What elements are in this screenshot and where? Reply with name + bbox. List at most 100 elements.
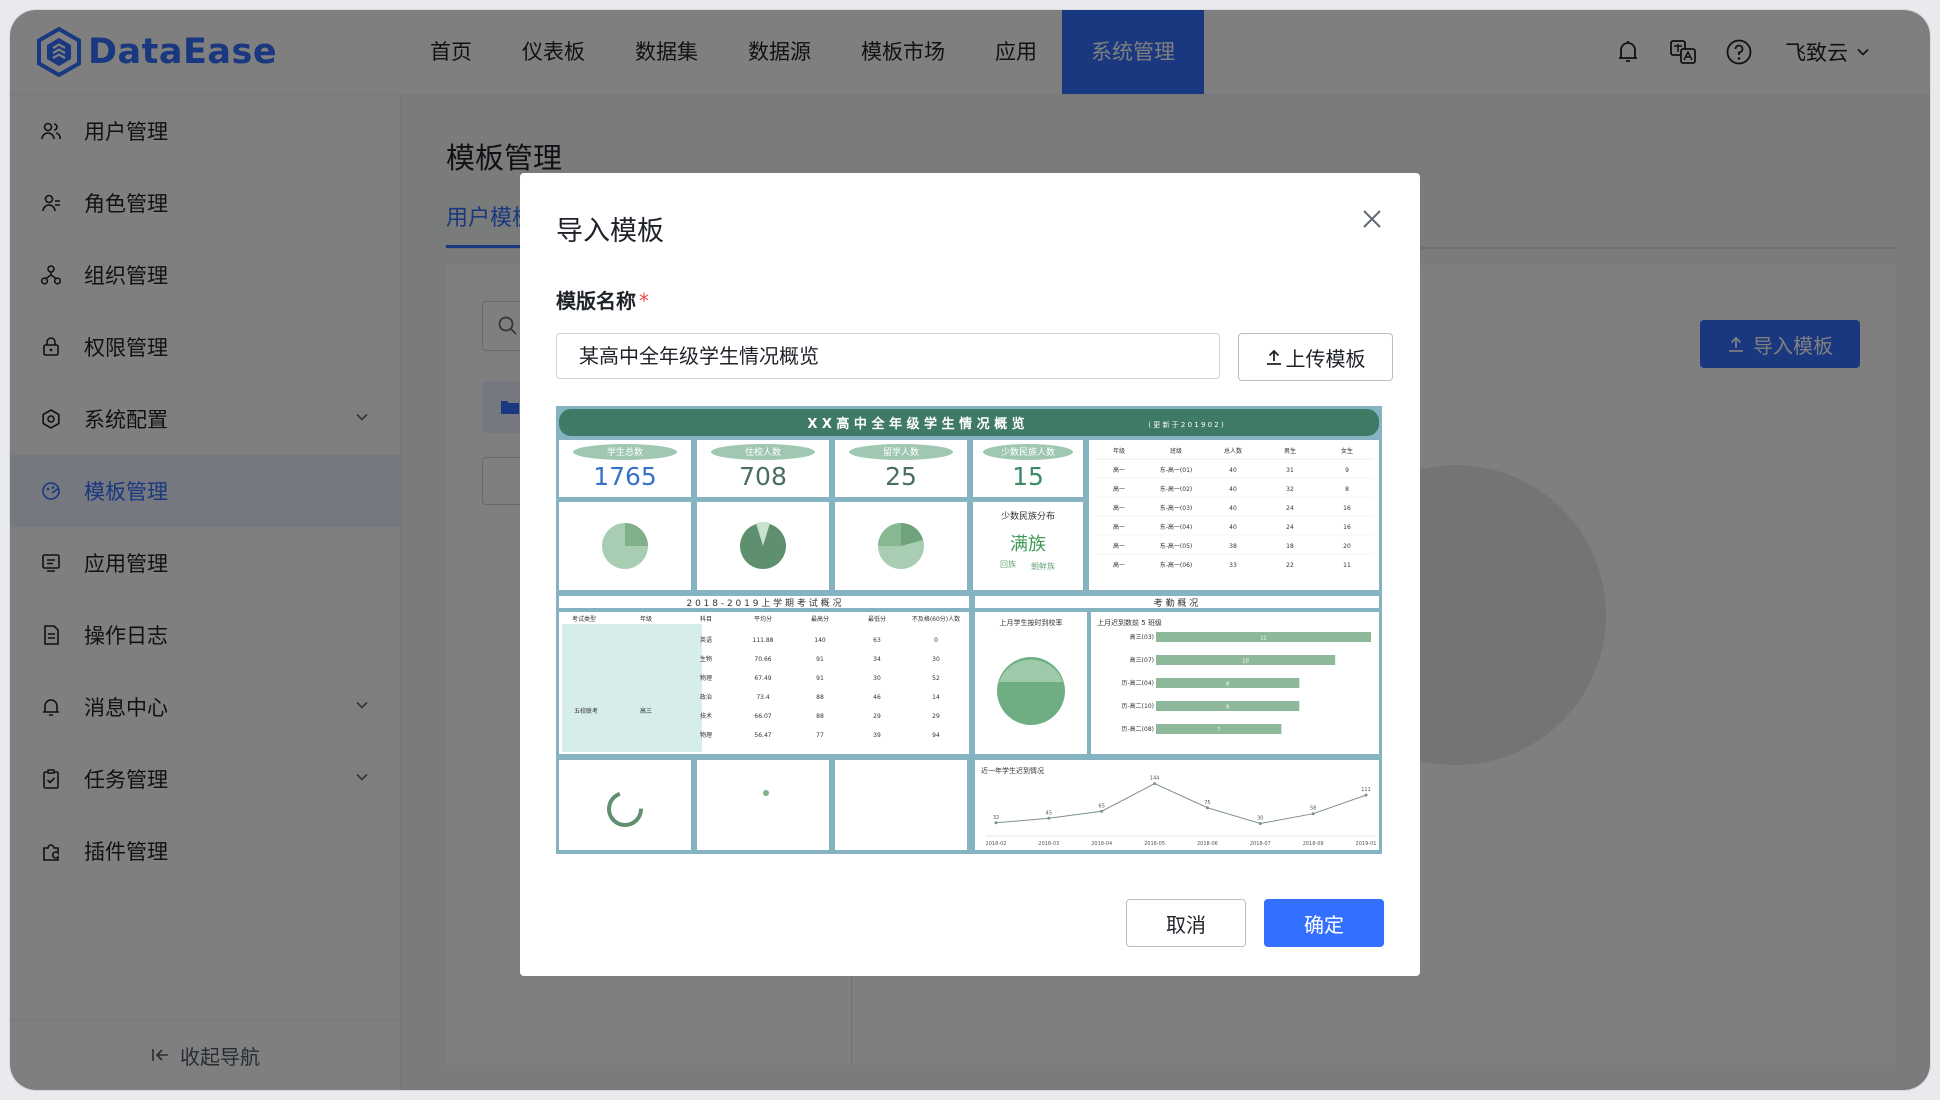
- attendance-section-title: 考 勤 概 况: [1154, 597, 1199, 609]
- kpi-value: 15: [1012, 462, 1044, 491]
- import-template-dialog: 导入模板 模版名称 * 某高中全年级学生情况概览 上传模板 X X 高 中 全 年…: [520, 173, 1420, 976]
- trend-x-label: 2018-02: [986, 841, 1007, 847]
- cancel-button[interactable]: 取消: [1126, 899, 1246, 947]
- close-icon[interactable]: [1360, 207, 1384, 231]
- kpi-label: 留学人数: [883, 446, 919, 458]
- trend-x-label: 2018-05: [1144, 841, 1165, 847]
- exam-table-header: 年级: [640, 615, 652, 623]
- class-table-cell: 东-高一(06): [1160, 561, 1192, 569]
- trend-point: [1258, 822, 1262, 825]
- trend-point: [1205, 806, 1209, 810]
- dialog-title: 导入模板: [556, 216, 664, 247]
- trend-x-label: 2019-01: [1356, 841, 1377, 847]
- exam-table-cell: 30: [873, 675, 881, 682]
- trend-point: [1311, 812, 1315, 816]
- exam-section-title: 2 0 1 8 - 2 0 1 9 上 学 期 考 试 概 况: [687, 597, 842, 609]
- preview-pie-charts: 少数民族分布 满族 回族 朝鲜族: [559, 502, 1083, 590]
- trend-value-label: 144: [1150, 776, 1160, 782]
- exam-table-cell: 英语: [700, 636, 712, 644]
- minority-other: 朝鲜族: [1031, 561, 1055, 571]
- exam-table-cell: 91: [816, 675, 824, 682]
- late-top-title: 上月迟到数前 5 班级: [1097, 618, 1162, 627]
- trend-value-label: 75: [1204, 800, 1210, 806]
- trend-value-label: 45: [1046, 810, 1052, 816]
- minority-other: 回族: [1000, 559, 1016, 569]
- exam-table-cell: 39: [873, 732, 881, 739]
- exam-table-cell: 77: [816, 732, 824, 739]
- late-top-chart: 上月迟到数前 5 班级 高三(03) 12 高三(07) 10 历-高二(04) 8 历-高…: [1091, 612, 1379, 754]
- class-table-cell: 24: [1286, 524, 1294, 531]
- trend-point: [994, 821, 998, 825]
- preview-bottom-panels: [559, 760, 967, 850]
- exam-table-cell: 70.66: [754, 656, 771, 663]
- exam-table-header: 科目: [700, 615, 712, 623]
- class-table-cell: 32: [1286, 486, 1294, 493]
- exam-table-cell: 30: [932, 656, 940, 663]
- exam-table-header: 不及格(60分)人数: [912, 615, 960, 623]
- class-table-cell: 40: [1229, 524, 1237, 531]
- class-table-cell: 高一: [1113, 561, 1125, 569]
- kpi-label: 少数民族人数: [1001, 446, 1055, 458]
- trend-x-label: 2018-03: [1038, 841, 1059, 847]
- late-top-category: 高三(07): [1130, 656, 1154, 664]
- template-name-label: 模版名称 *: [556, 285, 649, 314]
- exam-table-header: 考试类型: [572, 615, 596, 623]
- required-mark: *: [639, 289, 649, 313]
- kpi-label: 学生总数: [607, 446, 643, 458]
- class-table-cell: 高一: [1113, 542, 1125, 550]
- class-table-cell: 40: [1229, 467, 1237, 474]
- class-table-cell: 33: [1229, 562, 1237, 569]
- class-table-header: 男生: [1284, 447, 1296, 455]
- exam-table-header: 平均分: [754, 615, 772, 623]
- exam-table-cell: 56.47: [754, 732, 771, 739]
- trend-value-label: 32: [993, 815, 999, 821]
- exam-table-cell: 111.88: [753, 637, 774, 644]
- class-table-cell: 东-高一(03): [1160, 504, 1192, 512]
- class-table-cell: 18: [1286, 543, 1294, 550]
- preview-class-table: 年级 班级 总人数 男生 女生 高一 东-高一(01) 40 31 9 高一 东…: [1089, 440, 1379, 590]
- upload-icon: [1266, 349, 1281, 365]
- template-name-input[interactable]: 某高中全年级学生情况概览: [556, 333, 1220, 379]
- exam-table-cell: 生物: [700, 655, 712, 663]
- class-table-header: 女生: [1341, 447, 1353, 455]
- class-table-cell: 20: [1343, 543, 1351, 550]
- class-table-cell: 16: [1343, 524, 1351, 531]
- late-trend-title: 近一年学生迟到情况: [981, 766, 1044, 775]
- late-top-value: 7: [1217, 728, 1220, 734]
- late-top-value: 12: [1260, 636, 1266, 642]
- trend-x-label: 2018-04: [1091, 841, 1112, 847]
- class-table-cell: 高一: [1113, 523, 1125, 531]
- class-table-header: 班级: [1170, 447, 1182, 455]
- exam-table-cell: 52: [932, 675, 940, 682]
- template-name-label-text: 模版名称: [556, 289, 636, 313]
- exam-table-cell: 物理: [700, 674, 712, 682]
- class-table-cell: 东-高一(02): [1160, 485, 1192, 493]
- exam-table-cell: 67.49: [754, 675, 771, 682]
- exam-table-cell: 91: [816, 656, 824, 663]
- exam-table-cell: 34: [873, 656, 881, 663]
- trend-point: [1047, 816, 1051, 820]
- exam-table-cell: 63: [873, 637, 881, 644]
- exam-table-cell: 14: [932, 694, 940, 701]
- trend-point: [1364, 793, 1368, 797]
- class-table-cell: 31: [1286, 467, 1294, 474]
- kpi-value: 1765: [593, 462, 657, 491]
- late-top-category: 高三(03): [1130, 633, 1154, 641]
- exam-table-cell: 88: [816, 713, 824, 720]
- confirm-button[interactable]: 确定: [1264, 899, 1384, 947]
- preview-kpi-cards: 学生总数 住校人数 留学人数 少数民族人数 1765 708 25 15: [559, 440, 1083, 497]
- preview-subtitle: ( 更 新 于 2 0 1 9 0 2 ): [1148, 420, 1224, 429]
- exam-table-cell: 29: [932, 713, 940, 720]
- minority-main: 满族: [1010, 534, 1046, 555]
- exam-table-cell: 94: [932, 732, 940, 739]
- upload-template-button[interactable]: 上传模板: [1238, 333, 1393, 381]
- class-table-cell: 40: [1229, 505, 1237, 512]
- template-preview-image: X X 高 中 全 年 级 学 生 情 况 概 览 ( 更 新 于 2 0 1 …: [556, 406, 1382, 854]
- trend-x-label: 2018-07: [1250, 841, 1271, 847]
- exam-table-cell: 技术: [700, 712, 712, 720]
- late-top-category: 历-高二(04): [1122, 679, 1154, 687]
- late-top-value: 8: [1226, 705, 1229, 711]
- class-table-cell: 高一: [1113, 466, 1125, 474]
- class-table-cell: 8: [1345, 486, 1349, 493]
- exam-grade-cell: 高三: [640, 707, 652, 715]
